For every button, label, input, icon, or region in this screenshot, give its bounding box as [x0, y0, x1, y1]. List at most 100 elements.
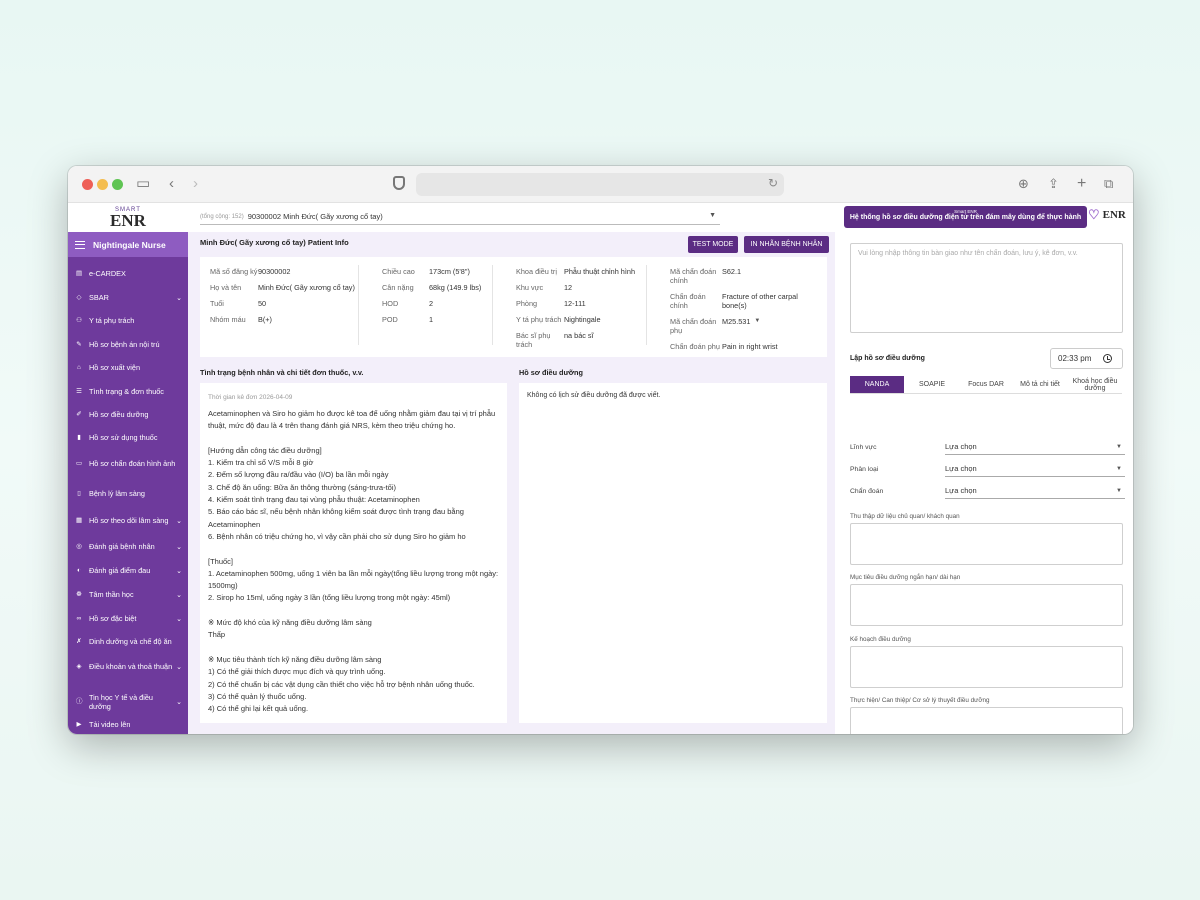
patient-select[interactable]: (tổng cộng: 152) 90300002 Minh Đức( Gãy … [200, 209, 720, 225]
sidebar-item[interactable]: ◈ Điều khoản và thoả thuận ⌄ [68, 662, 188, 671]
tab-overview-icon[interactable]: ⧉ [1104, 175, 1113, 193]
brain-icon: ❁ [76, 590, 82, 598]
new-tab-icon[interactable]: + [1077, 175, 1086, 193]
sidebar-item-label: Tin học Y tế và điều dưỡng [89, 693, 153, 711]
app-logo[interactable]: SMART ENR [98, 207, 158, 229]
divider [492, 265, 493, 345]
chevron-down-icon: ⌄ [176, 699, 182, 706]
sidebar-item-label: Hồ sơ xuất viện [89, 363, 141, 372]
chevron-down-icon: ⌄ [176, 294, 182, 302]
sidebar-item-label: Hồ sơ đặc biệt [89, 614, 137, 623]
info-value: 173cm (5'8") [429, 267, 470, 276]
sidebar-item[interactable]: ⌂ Hồ sơ xuất viện [68, 363, 188, 372]
field-select[interactable]: Lựa chọn ▼ [945, 439, 1125, 455]
handover-textarea[interactable]: Vui lòng nhập thông tin bàn giao như tên… [850, 243, 1123, 333]
sidebar-toggle-icon[interactable]: ▭ [136, 175, 150, 193]
info-value: Nightingale [564, 315, 601, 324]
field-label: Phân loại [850, 465, 879, 473]
field-select-value: Lựa chọn [945, 442, 977, 451]
section-textarea[interactable] [850, 523, 1123, 565]
diamond-icon: ◇ [76, 293, 82, 301]
chevron-down-icon[interactable]: ▼ [754, 317, 760, 335]
pen-icon: ✐ [76, 410, 82, 418]
chevron-down-icon: ▼ [1116, 465, 1122, 472]
shield-icon: ◈ [76, 662, 82, 670]
glasses-icon: ∞ [76, 614, 82, 622]
forward-icon[interactable]: › [193, 175, 198, 193]
download-icon[interactable]: ⊕ [1018, 175, 1029, 193]
sidebar-item[interactable]: ▯ Bệnh lý lâm sàng [68, 489, 188, 498]
sidebar-item[interactable]: ✎ Hồ sơ bệnh án nội trú [68, 340, 188, 349]
field-select[interactable]: Lựa chọn ▼ [945, 461, 1125, 477]
sidebar-item-label: Tải video lên [89, 720, 131, 729]
time-value: 02:33 pm [1058, 354, 1092, 363]
section-textarea[interactable] [850, 707, 1123, 734]
doc-icon: ▯ [77, 489, 81, 497]
test-mode-button[interactable]: TEST MODE [688, 236, 738, 253]
sidebar-item-label: Đánh giá điểm đau [89, 566, 151, 575]
video-icon: ▶ [76, 720, 82, 728]
record-tab[interactable]: Mô tả chi tiết [1012, 376, 1068, 393]
info-value: 12 [564, 283, 573, 292]
time-input[interactable]: 02:33 pm [1050, 348, 1123, 369]
hamburger-menu-icon[interactable] [75, 240, 85, 249]
sidebar-item[interactable]: ⓘ Tin học Y tế và điều dưỡng ⌄ [68, 693, 188, 711]
sidebar-item[interactable]: ▮ Hồ sơ sử dụng thuốc [68, 433, 188, 442]
record-tab[interactable]: Khoá học điều dưỡng [1068, 376, 1122, 393]
sidebar-item[interactable]: ❁ Tâm thần học ⌄ [68, 590, 188, 599]
nursing-history-title: Hồ sơ điều dưỡng [519, 368, 583, 377]
reload-icon[interactable]: ↻ [768, 176, 778, 190]
prescription-date: Thời gian kê đơn 2026-04-09 [208, 394, 293, 401]
sidebar-item[interactable]: ✗ Dinh dưỡng và chế độ ăn [68, 637, 188, 646]
section-textarea[interactable] [850, 584, 1123, 626]
info-key: Y tá phụ trách [516, 315, 562, 324]
sidebar-header[interactable]: Nightingale Nurse [68, 232, 188, 257]
prescription-card: Thời gian kê đơn 2026-04-09 Acetaminophe… [200, 383, 507, 723]
sidebar-item[interactable]: ∞ Hồ sơ đặc biệt ⌄ [68, 614, 188, 623]
sidebar-item[interactable]: ⚇ Y tá phụ trách [68, 316, 188, 325]
handover-placeholder: Vui lòng nhập thông tin bàn giao như tên… [858, 250, 1078, 257]
info-row: Mã chẩn đoán chính S62.1 [670, 267, 820, 285]
section-label: Kế hoạch điều dưỡng [850, 636, 911, 643]
privacy-shield-icon[interactable] [393, 176, 405, 190]
info-value: 2 [429, 299, 434, 308]
minimize-window-button[interactable] [97, 179, 108, 190]
record-tab[interactable]: SOAPIE [904, 376, 960, 393]
info-value: M25.531 [722, 317, 751, 326]
print-label-button[interactable]: IN NHÃN BỆNH NHÂN [744, 236, 829, 253]
info-value: 90300002 [258, 267, 291, 276]
sidebar-item[interactable]: ✐ Hồ sơ điều dưỡng [68, 410, 188, 419]
section-label: Thu thập dữ liệu chủ quan/ khách quan [850, 513, 960, 520]
info-value: Fracture of other carpal bone(s) [722, 292, 798, 310]
banner-small-text: Smart ENR [954, 209, 977, 214]
patient-info-col-2: Chiều cao 173cm (5'8") Cân nặng 68kg (149.9… [382, 267, 492, 331]
sidebar-item-label: e-CARDEX [89, 269, 126, 278]
record-tab[interactable]: NANDA [850, 376, 904, 393]
section-textarea[interactable] [850, 646, 1123, 688]
people-icon: ⚇ [76, 316, 82, 324]
pill-icon: ▮ [77, 433, 81, 441]
sidebar-item[interactable]: ▶ Tải video lên [68, 720, 188, 729]
field-label: Chẩn đoán [850, 487, 884, 495]
sidebar-item[interactable]: ◎ Đánh giá bệnh nhân ⌄ [68, 542, 188, 551]
back-icon[interactable]: ‹ [169, 175, 174, 193]
share-icon[interactable]: ⇪ [1048, 175, 1059, 193]
info-row: Chẩn đoán phụ Pain in right wrist [670, 342, 820, 351]
sidebar-item[interactable]: ▭ Hồ sơ chẩn đoán hình ảnh [68, 459, 188, 468]
sidebar-item-label: Tình trạng & đơn thuốc [89, 387, 164, 396]
section-label: Thực hiện/ Can thiệp/ Cơ sở lý thuyết đi… [850, 697, 990, 704]
clock-icon[interactable] [1103, 354, 1113, 363]
record-tab[interactable]: Focus DAR [960, 376, 1012, 393]
maximize-window-button[interactable] [112, 179, 123, 190]
sidebar-item[interactable]: ▤ e-CARDEX [68, 269, 188, 278]
field-select[interactable]: Lựa chọn ▼ [945, 483, 1125, 499]
address-bar[interactable]: ↻ [416, 173, 784, 196]
close-window-button[interactable] [82, 179, 93, 190]
sidebar-item[interactable]: ◇ SBAR ⌄ [68, 293, 188, 302]
prescription-title: Tình trạng bệnh nhân và chi tiết đơn thu… [200, 368, 364, 377]
sidebar-item[interactable]: ☰ Tình trạng & đơn thuốc [68, 387, 188, 396]
nursing-history-empty: Không có lịch sử điều dưỡng đã được viết… [527, 392, 661, 399]
sidebar-item[interactable]: ▦ Hồ sơ theo dõi lâm sàng ⌄ [68, 516, 188, 525]
sidebar-item[interactable]: ◐ Đánh giá điểm đau ⌄ [68, 566, 188, 575]
info-value: B(+) [258, 315, 272, 324]
